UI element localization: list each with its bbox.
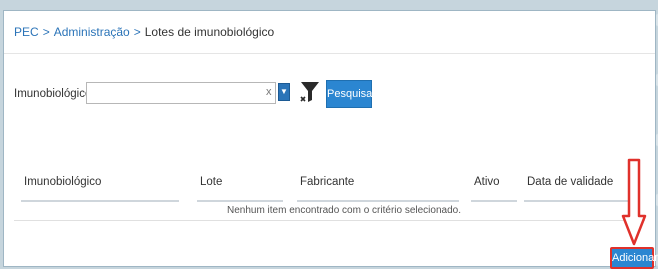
- column-divider: [297, 200, 459, 202]
- breadcrumb-separator: >: [133, 25, 141, 39]
- column-divider: [21, 200, 179, 202]
- clear-selection-icon[interactable]: x: [266, 86, 272, 98]
- dropdown-toggle-button[interactable]: ▼: [278, 83, 290, 101]
- breadcrumb-separator: >: [42, 25, 50, 39]
- column-header-lote[interactable]: Lote: [200, 176, 222, 188]
- column-header-fabricante[interactable]: Fabricante: [300, 176, 354, 188]
- red-arrow-down-icon: [621, 158, 647, 246]
- column-header-imunobiologico[interactable]: Imunobiológico: [24, 176, 101, 188]
- page-frame: PEC > Administração > Lotes de imunobiológic…: [3, 10, 656, 267]
- empty-table-message: Nenhum item encontrado com o critério se…: [226, 205, 461, 216]
- breadcrumb-link-pec[interactable]: PEC: [14, 25, 39, 39]
- filter-funnel-icon: [300, 82, 319, 102]
- breadcrumb: PEC > Administração > Lotes de imunobiológic…: [14, 25, 274, 39]
- breadcrumb-link-administracao[interactable]: Administração: [54, 25, 130, 39]
- column-divider: [524, 200, 636, 202]
- column-header-ativo[interactable]: Ativo: [474, 176, 500, 188]
- breadcrumb-divider: [4, 53, 655, 54]
- column-divider: [197, 200, 283, 202]
- table-row-divider: [14, 220, 645, 221]
- add-button[interactable]: Adicionar: [610, 247, 658, 269]
- imunobiologico-combobox-input[interactable]: [86, 82, 276, 104]
- table-header: Imunobiológico Lote Fabricante Ativo Dat…: [4, 171, 655, 199]
- chevron-down-icon: ▼: [280, 87, 288, 96]
- search-button[interactable]: Pesquisar: [326, 80, 376, 108]
- imunobiologico-filter-label: Imunobiológico: [14, 88, 92, 100]
- breadcrumb-current: Lotes de imunobiológico: [144, 25, 275, 39]
- column-header-data-validade[interactable]: Data de validade: [527, 176, 613, 188]
- advanced-filter-button[interactable]: [299, 80, 321, 104]
- column-divider: [471, 200, 517, 202]
